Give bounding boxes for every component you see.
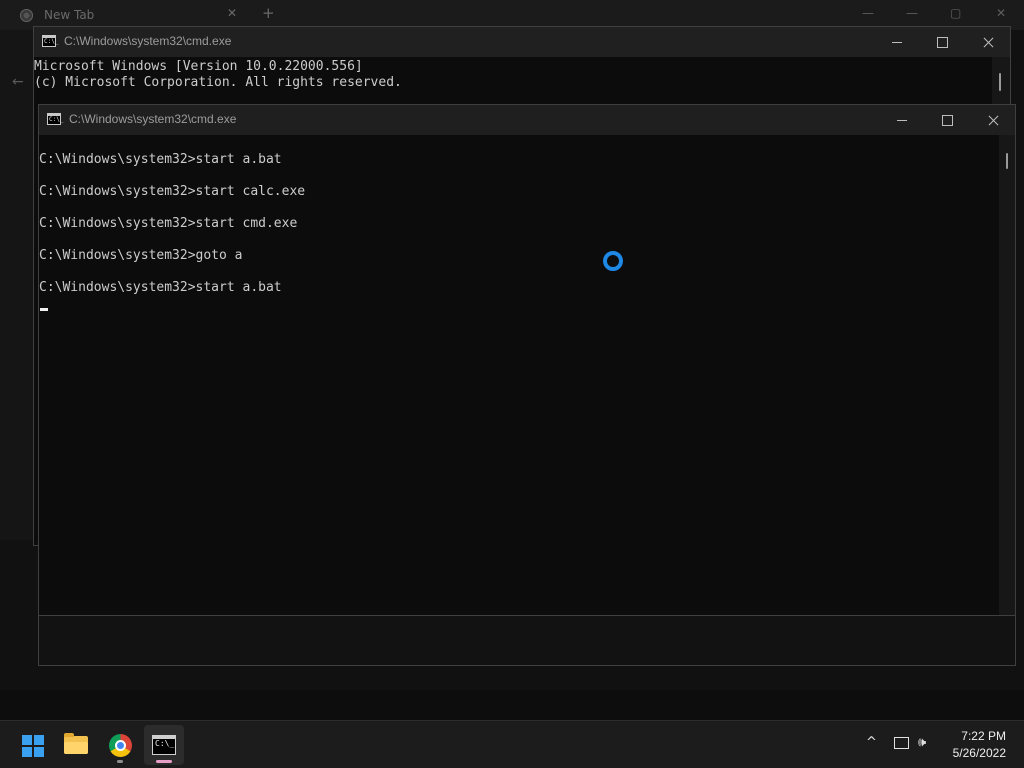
console-line: C:\Windows\system32>goto a <box>39 248 243 263</box>
back-arrow-icon[interactable]: ← <box>12 74 24 90</box>
minimize-button[interactable] <box>874 27 920 57</box>
scrollbar[interactable] <box>999 135 1015 615</box>
browser-maximize-icon[interactable]: ▢ <box>950 6 961 20</box>
console-line: (c) Microsoft Corporation. All rights re… <box>34 75 402 90</box>
cmd-window-title: C:\Windows\system32\cmd.exe <box>64 34 232 48</box>
network-icon[interactable] <box>894 737 909 749</box>
busy-spinner-icon <box>603 251 623 271</box>
start-button[interactable] <box>12 725 52 765</box>
new-tab-icon[interactable]: + <box>262 4 275 22</box>
cmd-app-icon: C:\_ <box>42 35 58 47</box>
console-line: C:\Windows\system32>start calc.exe <box>39 184 306 199</box>
running-indicator <box>117 760 123 763</box>
browser-close-icon[interactable]: ✕ <box>996 6 1006 20</box>
folder-icon <box>64 733 88 754</box>
running-indicator <box>156 760 172 763</box>
minimize-button[interactable] <box>879 105 925 135</box>
cmd-app-icon: C:\_ <box>47 113 63 125</box>
clock-time: 7:22 PM <box>961 729 1006 743</box>
maximize-button[interactable] <box>924 105 970 135</box>
windows-logo-icon <box>22 735 44 757</box>
clock-date: 5/26/2022 <box>952 746 1006 760</box>
chrome-icon <box>109 734 132 757</box>
clock[interactable]: 7:22 PM 5/26/2022 <box>953 728 1006 762</box>
cmd-titlebar[interactable]: C:\_ C:\Windows\system32\cmd.exe <box>39 105 1015 135</box>
text-cursor <box>40 308 48 311</box>
cmd-window-back-lower <box>38 616 1016 666</box>
console-line: C:\Windows\system32>start a.bat <box>39 280 282 295</box>
maximize-button[interactable] <box>919 27 965 57</box>
browser-minimize-icon[interactable]: — <box>862 6 874 20</box>
close-button[interactable] <box>965 27 1011 57</box>
browser-tab-title[interactable]: New Tab <box>44 8 94 22</box>
console-output[interactable]: C:\Windows\system32>start a.bat C:\Windo… <box>39 135 1015 615</box>
taskbar: C:\_ ^ 🕪 7:22 PM 5/26/2022 <box>0 720 1024 768</box>
show-hidden-icons-chevron-icon[interactable]: ^ <box>866 735 877 750</box>
console-line: Microsoft Windows [Version 10.0.22000.55… <box>34 59 363 74</box>
chrome-taskbar-button[interactable] <box>100 725 140 765</box>
console-line: C:\Windows\system32>start cmd.exe <box>39 216 298 231</box>
cmd-window-front[interactable]: C:\_ C:\Windows\system32\cmd.exe C:\Wind… <box>38 104 1016 616</box>
volume-icon[interactable]: 🕪 <box>918 735 926 750</box>
command-prompt-taskbar-button[interactable]: C:\_ <box>144 725 184 765</box>
terminal-icon: C:\_ <box>152 735 176 755</box>
chrome-favicon-icon <box>20 9 33 22</box>
console-line: C:\Windows\system32>start a.bat <box>39 152 282 167</box>
scroll-thumb[interactable] <box>999 73 1001 91</box>
browser-content-edge: ← <box>0 30 37 540</box>
desktop: New Tab ✕ + — — ▢ ✕ ← C:\_ C:\Windows\sy… <box>0 0 1024 768</box>
cmd-window-title: C:\Windows\system32\cmd.exe <box>69 112 237 126</box>
scroll-thumb[interactable] <box>1006 153 1008 169</box>
close-button[interactable] <box>970 105 1016 135</box>
file-explorer-button[interactable] <box>56 725 96 765</box>
browser-restore-icon[interactable]: — <box>906 6 918 20</box>
cmd-titlebar[interactable]: C:\_ C:\Windows\system32\cmd.exe <box>34 27 1010 57</box>
tab-close-icon[interactable]: ✕ <box>227 6 237 20</box>
